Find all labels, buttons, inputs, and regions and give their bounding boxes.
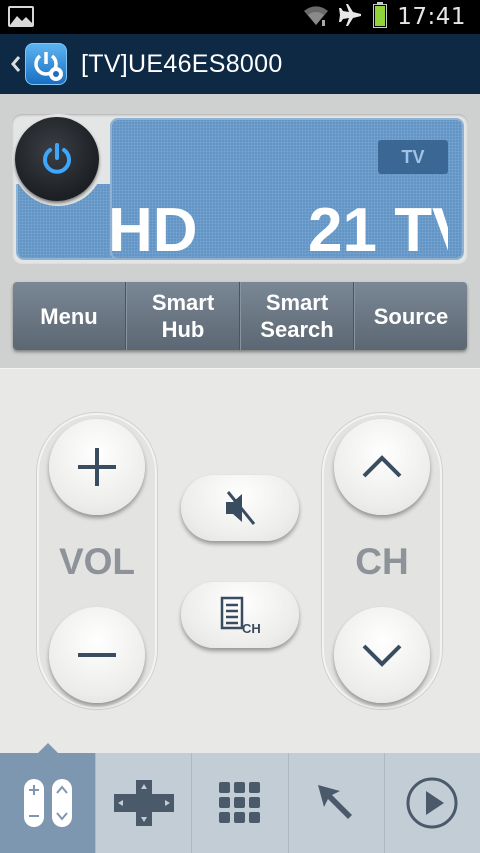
volume-up-button[interactable] [49, 419, 145, 515]
smart-hub-label-line2: Hub [161, 317, 205, 342]
mute-button[interactable] [181, 475, 299, 541]
source-label: HD [108, 196, 198, 265]
power-button[interactable] [15, 117, 99, 201]
channel-label: 21 TV [308, 196, 448, 265]
minus-icon [78, 653, 116, 657]
clock: 17:41 [397, 4, 466, 30]
tab-dpad[interactable] [96, 753, 193, 853]
wifi-icon [303, 4, 329, 31]
channel-list-sub-label: CH [242, 621, 261, 635]
plus-icon [78, 448, 116, 486]
channel-rocker-label: CH [355, 541, 409, 582]
channel-list-button[interactable]: CH [181, 582, 299, 648]
dpad-icon [113, 780, 174, 826]
play-icon [406, 777, 458, 829]
device-title: [TV]UE46ES8000 [81, 49, 283, 78]
smart-hub-button[interactable]: Smart Hub [126, 282, 240, 350]
number-pad-icon [219, 782, 260, 823]
menu-button-label: Menu [40, 303, 98, 329]
smart-remote-app-icon[interactable] [25, 43, 67, 85]
channel-up-button[interactable] [334, 419, 430, 515]
display-panel: TV HD 21 TV Menu Smart Hub Smart Search … [0, 94, 480, 368]
action-bar: [TV]UE46ES8000 [0, 34, 480, 94]
remote-mode-tabs [0, 743, 480, 853]
tab-number-pad[interactable] [192, 753, 289, 853]
tab-basic-remote[interactable] [0, 743, 97, 853]
smart-hub-label-line1: Smart [151, 290, 215, 315]
tv-display: TV HD 21 TV [12, 114, 468, 266]
channel-rocker: CH [322, 413, 442, 709]
power-icon [43, 143, 71, 174]
source-button[interactable]: Source [354, 282, 467, 350]
chevron-down-icon [362, 644, 402, 667]
volume-down-button[interactable] [49, 607, 145, 703]
volume-rocker: VOL [37, 413, 157, 709]
airplane-icon [339, 3, 363, 32]
smart-search-label-line1: Smart [265, 290, 329, 315]
status-bar: 17:41 [0, 0, 480, 34]
gallery-icon [8, 6, 34, 27]
remote-controls: VOL CH CH [0, 368, 480, 753]
tv-badge: TV [378, 140, 448, 174]
tab-media-play[interactable] [385, 753, 480, 853]
smart-search-button[interactable]: Smart Search [240, 282, 354, 350]
tab-pointer[interactable] [289, 753, 385, 853]
pointer-icon [318, 785, 353, 819]
channel-readout: HD 21 TV [108, 196, 448, 266]
channel-list-icon: CH [220, 596, 261, 635]
basic-remote-icon [23, 779, 72, 827]
mute-icon [226, 491, 256, 525]
battery-icon [373, 1, 388, 33]
back-chevron-icon[interactable] [0, 34, 22, 94]
source-button-label: Source [373, 303, 449, 329]
channel-down-button[interactable] [334, 607, 430, 703]
smart-search-label-line2: Search [260, 317, 334, 342]
volume-label: VOL [58, 541, 136, 582]
quick-button-bar: Menu Smart Hub Smart Search Source [13, 282, 467, 350]
menu-button[interactable]: Menu [13, 282, 126, 350]
chevron-up-icon [362, 455, 402, 478]
